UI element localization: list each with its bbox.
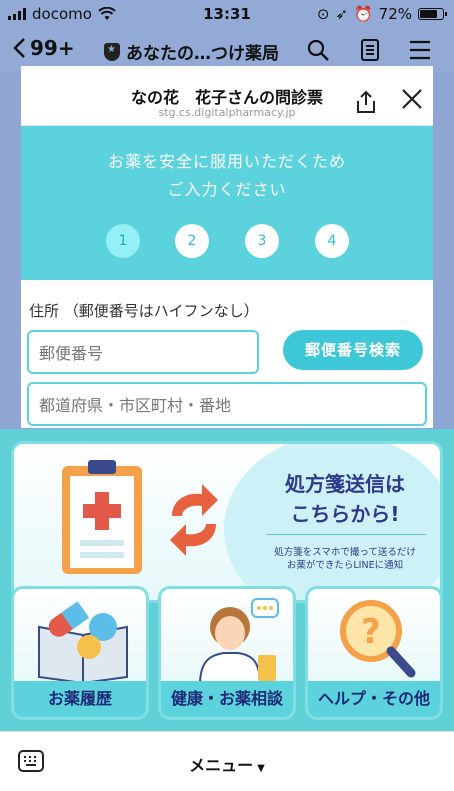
pharmacist-icon xyxy=(198,598,279,685)
webview-header: なの花 花子さんの問診票 stg.cs.digitalpharmacy.jp xyxy=(21,66,433,126)
chat-title-text: あなたの…つけ薬局 xyxy=(126,44,279,64)
banner-headline-1: 処方箋送信は xyxy=(285,472,405,496)
prescription-clipboard-icon xyxy=(62,460,142,574)
banner-headline-2: こちらから! xyxy=(290,502,400,526)
menu-toggle-label: メニュー xyxy=(189,756,254,775)
address-input[interactable]: 都道府県・市区町村・番地 xyxy=(27,382,427,426)
search-icon[interactable] xyxy=(306,38,330,62)
step-2: 2 xyxy=(175,224,209,258)
share-icon[interactable] xyxy=(355,90,377,114)
intro-line-1: お薬を安全に服用いただくため xyxy=(107,152,346,171)
chat-title[interactable]: あなたの…つけ薬局 xyxy=(104,39,279,64)
intro-line-2: ご入力ください xyxy=(167,180,287,199)
alarm-icon: ⏰ xyxy=(353,5,373,23)
address-form: 住所 （郵便番号はハイフンなし） 郵便番号 郵便番号検索 都道府県・市区町村・番… xyxy=(21,280,433,428)
banner-sub-2: お薬ができたらLINEに通知 xyxy=(286,560,404,571)
unread-count: 99+ xyxy=(30,36,75,60)
medicine-history-tile[interactable]: お薬履歴 xyxy=(11,586,149,720)
menu-toggle[interactable]: メニュー ▼ xyxy=(0,752,454,776)
official-badge-icon xyxy=(104,42,120,61)
banner-sub-1: 処方箋をスマホで撮って送るだけ xyxy=(274,547,416,558)
help-other-label: ヘルプ・その他 xyxy=(308,681,440,717)
svg-text:?: ? xyxy=(361,612,381,652)
status-bar: docomo 13:31 ⊙ ➶ ⏰ 72% xyxy=(0,0,454,28)
help-other-tile[interactable]: ? ヘルプ・その他 xyxy=(305,586,443,720)
step-3: 3 xyxy=(245,224,279,258)
location-icon: ➶ xyxy=(335,5,348,23)
refresh-arrows-icon xyxy=(170,484,218,556)
notes-icon[interactable] xyxy=(358,38,382,62)
medicine-icon xyxy=(38,601,128,683)
caret-down-icon: ▼ xyxy=(257,763,265,774)
help-magnifier-icon: ? xyxy=(340,600,416,678)
battery-percent: 72% xyxy=(378,5,412,23)
address-label: 住所 （郵便番号はハイフンなし） xyxy=(29,302,259,320)
health-consult-label: 健康・お薬相談 xyxy=(161,681,293,717)
questionnaire-webview: なの花 花子さんの問診票 stg.cs.digitalpharmacy.jp お… xyxy=(21,66,433,428)
close-icon[interactable] xyxy=(401,88,423,110)
health-consult-tile[interactable]: 健康・お薬相談 xyxy=(158,586,296,720)
back-button[interactable]: 99+ xyxy=(12,36,75,60)
step-1: 1 xyxy=(106,224,140,258)
hamburger-menu-icon[interactable] xyxy=(408,38,432,62)
chevron-left-icon xyxy=(13,38,25,58)
intro-message: お薬を安全に服用いただくため ご入力ください xyxy=(21,148,433,204)
zip-code-input[interactable]: 郵便番号 xyxy=(27,330,259,374)
medicine-history-label: お薬履歴 xyxy=(14,681,146,717)
step-4: 4 xyxy=(315,224,349,258)
bottom-bar: メニュー ▼ xyxy=(0,731,454,791)
orientation-lock-icon: ⊙ xyxy=(316,5,330,23)
status-right: ⊙ ➶ ⏰ 72% xyxy=(316,5,447,23)
banner-divider xyxy=(266,534,426,535)
battery-icon xyxy=(418,8,447,20)
zip-search-button[interactable]: 郵便番号検索 xyxy=(283,330,423,370)
prescription-send-banner[interactable]: 処方箋送信は こちらから! 処方箋をスマホで撮って送るだけ お薬ができたらLIN… xyxy=(11,441,443,603)
intro-panel: お薬を安全に服用いただくため ご入力ください 1 2 3 4 xyxy=(21,126,433,280)
